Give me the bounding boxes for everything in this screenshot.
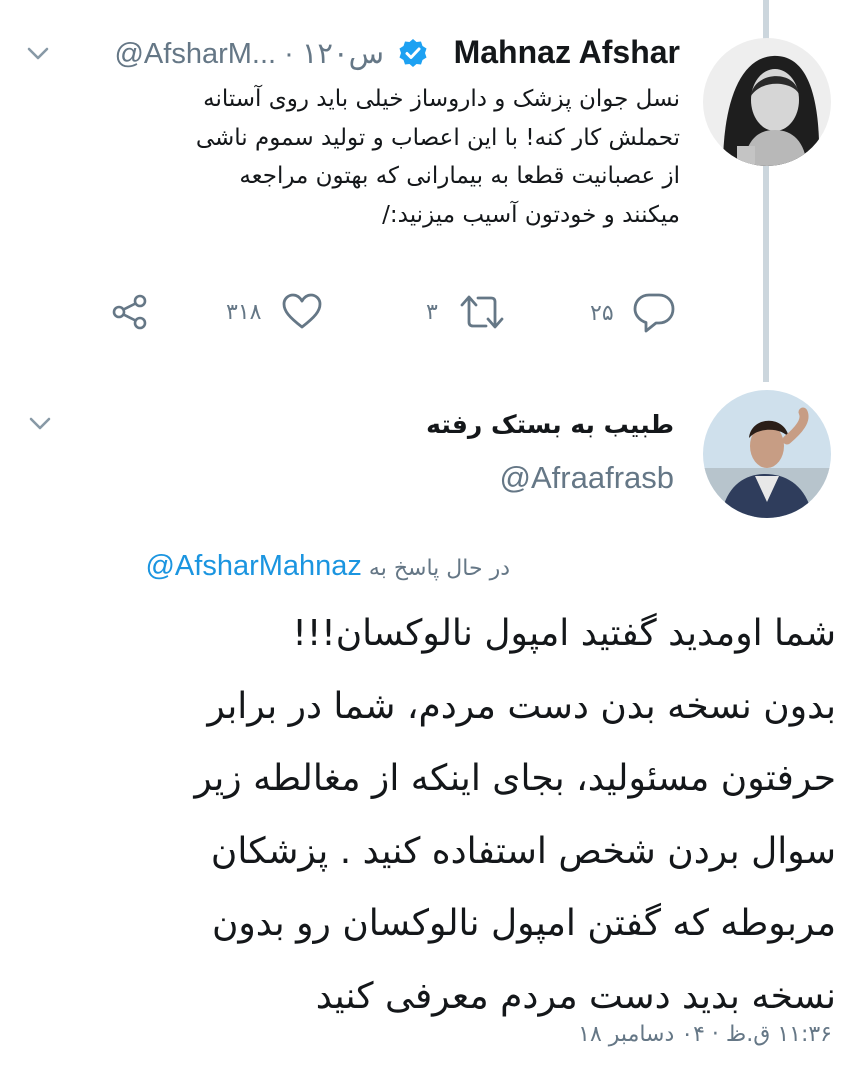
reply-icon bbox=[633, 293, 675, 333]
tweet-text-line: مربوطه که گفتن امپول نالوکسان رو بدون bbox=[211, 903, 836, 944]
reply-author-avatar[interactable] bbox=[703, 390, 831, 518]
replying-to-label: در حال پاسخ به bbox=[368, 556, 510, 581]
tweet-text-line: تحملش کار کنه! با این اعصاب و تولید سموم… bbox=[195, 124, 680, 151]
like-count: ۳۱۸ bbox=[226, 299, 262, 325]
reply-tweet-text: شما اومدید گفتید امپول نالوکسان!!! بدون … bbox=[24, 598, 836, 1033]
reply-count: ۲۵ bbox=[590, 300, 614, 326]
share-icon bbox=[112, 294, 147, 330]
share-button[interactable] bbox=[110, 292, 150, 332]
reply-button[interactable]: ۲۵ bbox=[590, 292, 676, 334]
tweet-text-line: بدون نسخه بدن دست مردم، شما در برابر bbox=[207, 685, 836, 727]
like-button[interactable]: ۳۱۸ bbox=[226, 292, 323, 332]
tweet-text-line: میکنند و خودتون آسیب میزنید:/ bbox=[382, 201, 680, 228]
chevron-down-icon[interactable] bbox=[28, 416, 52, 432]
tweet-text-line: حرفتون مسئولید، بجای اینکه از مغالطه زیر bbox=[194, 758, 836, 799]
parent-author-handle[interactable]: @AfsharM... bbox=[114, 38, 276, 70]
tweet-text-line: نسل جوان پزشک و داروساز خیلی باید روی آس… bbox=[203, 86, 680, 112]
retweet-icon bbox=[460, 295, 504, 329]
chevron-down-icon[interactable] bbox=[26, 46, 50, 62]
tweet-text-line: شما اومدید گفتید امپول نالوکسان!!! bbox=[292, 613, 836, 654]
reply-author-name[interactable]: طبیب به بستک رفته bbox=[426, 410, 674, 439]
parent-tweet-meta: @AfsharM... · ۱۲۰س bbox=[114, 38, 384, 70]
retweet-count: ۳ bbox=[426, 299, 438, 325]
tweet-text-line: از عصبانیت قطعا به بیمارانی که بهتون مرا… bbox=[239, 163, 680, 189]
reply-author-handle[interactable]: @Afraafrasb bbox=[500, 460, 674, 496]
verified-badge-icon bbox=[399, 39, 427, 67]
tweet-timestamp: ۱۱:۳۶ ق.ظ · ۰۴ دسامبر ۱۸ bbox=[578, 1022, 832, 1047]
tweet-text-line: سوال بردن شخص استفاده کنید . پزشکان bbox=[210, 830, 836, 872]
parent-tweet-header: @AfsharM... · ۱۲۰س Mahnaz Afshar bbox=[26, 30, 680, 76]
replying-to-mention[interactable]: @AfsharMahnaz bbox=[145, 550, 361, 582]
parent-tweet-actions: ۳۱۸ ۳ ۲۵ bbox=[100, 292, 690, 334]
parent-author-avatar[interactable] bbox=[703, 38, 831, 166]
parent-tweet-time: ۱۲۰س bbox=[301, 38, 384, 70]
parent-author-name[interactable]: Mahnaz Afshar bbox=[454, 34, 680, 71]
parent-tweet-text: نسل جوان پزشک و داروساز خیلی باید روی آس… bbox=[30, 80, 680, 234]
retweet-button[interactable]: ۳ bbox=[426, 292, 506, 332]
replying-to-line: در حال پاسخ به @AfsharMahnaz bbox=[30, 550, 510, 590]
heart-icon bbox=[283, 293, 322, 329]
